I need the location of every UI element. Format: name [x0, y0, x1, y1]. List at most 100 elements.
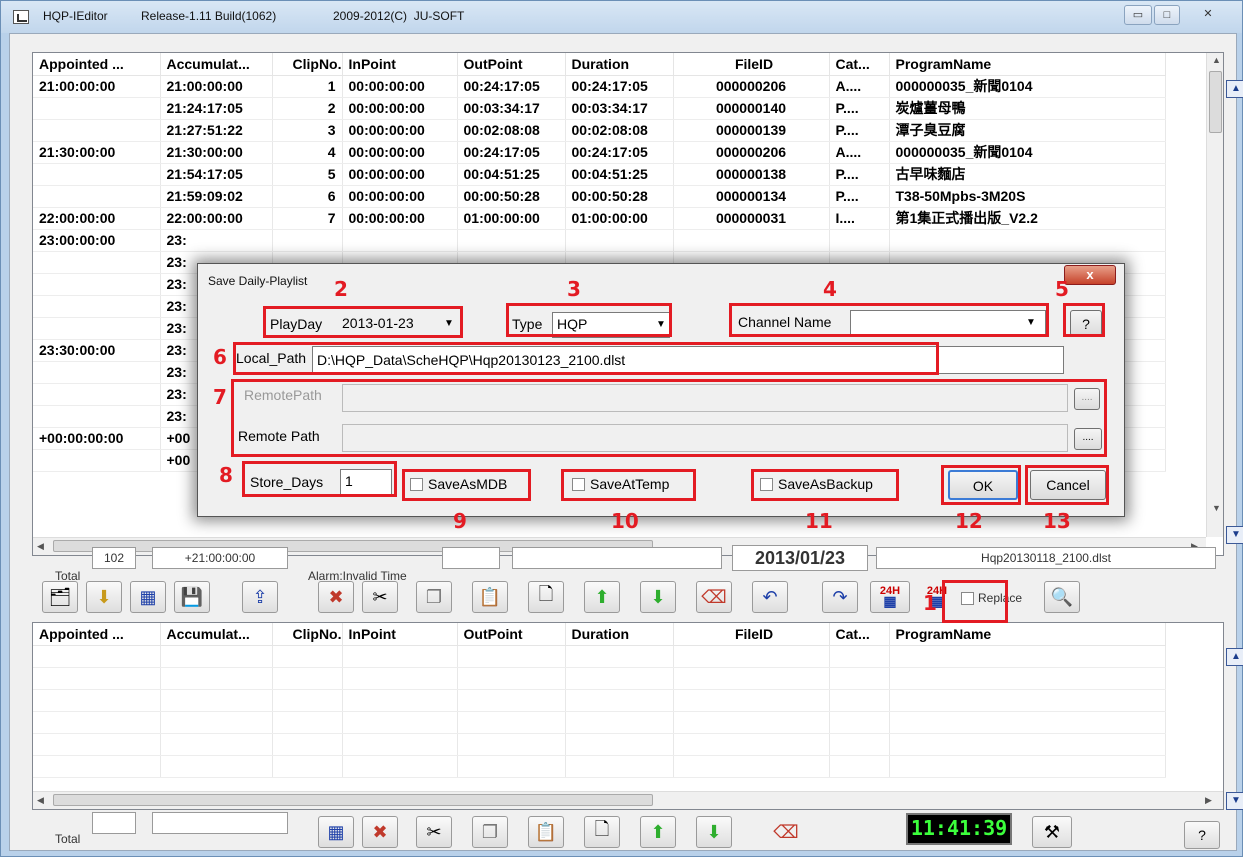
channel-chevron-down-icon[interactable]: ▼ — [1026, 317, 1036, 328]
replace-checkbox[interactable] — [961, 592, 974, 605]
scroll-up-arrow-icon[interactable]: ▲ — [1212, 55, 1221, 65]
open-button[interactable]: 🗂 — [42, 581, 78, 613]
remote-path-field[interactable] — [342, 424, 1068, 452]
move-down-icon: ⬇ — [650, 586, 666, 607]
lower-move-to-bottom-icon[interactable]: ▼ — [1226, 792, 1243, 810]
save-button[interactable]: 💾 — [174, 581, 210, 613]
delete-button[interactable]: ✖ — [318, 581, 354, 613]
column-header[interactable]: Duration — [565, 623, 674, 646]
save-as-mdb-checkbox[interactable] — [410, 478, 423, 491]
import-button[interactable]: ⬇ — [86, 581, 122, 613]
new-button[interactable]: 🗋 — [528, 581, 564, 613]
column-header[interactable]: InPoint — [342, 623, 458, 646]
table-row[interactable] — [33, 667, 1166, 690]
table-row[interactable]: 21:27:51:22 3 00:00:00:00 00:02:08:08 00:02:… — [33, 119, 1166, 142]
playday-chevron-down-icon[interactable]: ▼ — [444, 318, 454, 329]
table-row[interactable] — [33, 755, 1166, 778]
clear-button[interactable]: ⌫ — [696, 581, 732, 613]
remotepath-browse-button[interactable]: .... — [1074, 388, 1100, 410]
help-button[interactable]: ? — [1184, 821, 1220, 849]
column-header[interactable]: ClipNo. — [272, 53, 343, 76]
scroll-left-arrow-icon[interactable]: ◀ — [37, 541, 44, 552]
export-button[interactable]: ⇪ — [242, 581, 278, 613]
tools-button[interactable]: ⚒ — [1032, 816, 1072, 848]
move-to-top-icon[interactable]: ▲ — [1226, 80, 1243, 98]
ok-button[interactable]: OK — [948, 470, 1018, 500]
move-down-button[interactable]: ⬇ — [640, 581, 676, 613]
playday-select[interactable]: 2013-01-23 — [342, 315, 414, 331]
column-header[interactable]: FileID — [673, 623, 830, 646]
table-row[interactable] — [33, 645, 1166, 668]
column-header[interactable]: InPoint — [342, 53, 458, 76]
remote-path-browse-button[interactable]: .... — [1074, 428, 1102, 450]
column-header[interactable]: Appointed ... — [33, 53, 161, 76]
lower-new-button[interactable]: 🗋 — [584, 816, 620, 848]
column-header[interactable]: Accumulat... — [160, 623, 273, 646]
save-24h-button[interactable]: 24H ▦ — [870, 581, 910, 613]
column-header[interactable]: Cat... — [829, 53, 890, 76]
table-cell: A.... — [829, 75, 890, 98]
maximize-button[interactable]: □ — [1154, 5, 1180, 25]
lower-move-to-top-icon[interactable]: ▲ — [1226, 648, 1243, 666]
lower-clear-button[interactable]: ⌫ — [768, 816, 804, 848]
lower-delete-button[interactable]: ✖ — [362, 816, 398, 848]
column-header[interactable]: ProgramName — [889, 623, 1166, 646]
column-header[interactable]: ProgramName — [889, 53, 1166, 76]
lower-horizontal-scrollbar[interactable]: ◀ ▶ — [33, 791, 1223, 809]
type-select[interactable]: HQP — [552, 312, 670, 338]
local-path-field[interactable]: D:\HQP_Data\ScheHQP\Hqp20130123_2100.dls… — [312, 346, 1064, 374]
minimize-button[interactable]: ▭ — [1124, 5, 1152, 25]
column-header[interactable]: Cat... — [829, 623, 890, 646]
paste-button[interactable]: 📋 — [472, 581, 508, 613]
lower-move-up-button[interactable]: ⬆ — [640, 816, 676, 848]
lower-copy-button[interactable]: ❐ — [472, 816, 508, 848]
remotepath-field[interactable] — [342, 384, 1068, 412]
close-window-button[interactable]: ✕ — [1188, 5, 1228, 25]
lower-move-down-button[interactable]: ⬇ — [696, 816, 732, 848]
move-to-bottom-icon[interactable]: ▼ — [1226, 526, 1243, 544]
table-row[interactable]: 21:30:00:00 21:30:00:00 4 00:00:00:00 00:24:… — [33, 141, 1166, 164]
column-header[interactable]: Duration — [565, 53, 674, 76]
dialog-close-button[interactable]: x — [1064, 265, 1116, 285]
table-row[interactable] — [33, 689, 1166, 712]
undo-button[interactable]: ↶ — [752, 581, 788, 613]
lower-scroll-right-arrow-icon[interactable]: ▶ — [1205, 795, 1212, 806]
scroll-down-arrow-icon[interactable]: ▼ — [1212, 503, 1221, 513]
table-row[interactable]: 22:00:00:00 22:00:00:00 7 00:00:00:00 01:00:… — [33, 207, 1166, 230]
lower-paste-button[interactable]: 📋 — [528, 816, 564, 848]
table-row[interactable] — [33, 733, 1166, 756]
lower-hscroll-thumb[interactable] — [53, 794, 653, 806]
table-row[interactable]: 21:00:00:00 21:00:00:00 1 00:00:00:00 00:24:… — [33, 75, 1166, 98]
cut-button[interactable]: ✂ — [362, 581, 398, 613]
lower-cut-button[interactable]: ✂ — [416, 816, 452, 848]
column-header[interactable]: FileID — [673, 53, 830, 76]
list-button[interactable]: ▦ — [130, 581, 166, 613]
column-header[interactable]: OutPoint — [457, 623, 566, 646]
lower-list-button[interactable]: ▦ — [318, 816, 354, 848]
copy-button[interactable]: ❐ — [416, 581, 452, 613]
column-header[interactable]: Appointed ... — [33, 623, 161, 646]
lower-scroll-left-arrow-icon[interactable]: ◀ — [37, 795, 44, 806]
preview-button[interactable]: 🔍 — [1044, 581, 1080, 613]
lower-playlist-grid[interactable]: Appointed ... Accumulat... ClipNo. InPoint O… — [32, 622, 1224, 810]
column-header[interactable]: ClipNo. — [272, 623, 343, 646]
column-header[interactable]: Accumulat... — [160, 53, 273, 76]
table-row[interactable]: 21:59:09:02 6 00:00:00:00 00:00:50:28 00:00:… — [33, 185, 1166, 208]
redo-button[interactable]: ↷ — [822, 581, 858, 613]
table-row[interactable] — [33, 711, 1166, 734]
dialog-help-button[interactable]: ? — [1070, 310, 1102, 336]
upper-vertical-scrollbar[interactable]: ▲ ▼ — [1206, 53, 1223, 537]
move-up-button[interactable]: ⬆ — [584, 581, 620, 613]
table-row[interactable]: 23:00:00:00 23: — [33, 229, 1166, 252]
table-row[interactable]: 21:24:17:05 2 00:00:00:00 00:03:34:17 00:03:… — [33, 97, 1166, 120]
cancel-button[interactable]: Cancel — [1030, 470, 1106, 500]
channel-name-select[interactable] — [850, 310, 1046, 336]
table-row[interactable]: 21:54:17:05 5 00:00:00:00 00:04:51:25 00:04:… — [33, 163, 1166, 186]
annotation-number-2: 2 — [334, 277, 348, 301]
save-as-backup-checkbox[interactable] — [760, 478, 773, 491]
store-days-field[interactable]: 1 — [340, 469, 392, 495]
save-at-temp-checkbox[interactable] — [572, 478, 585, 491]
column-header[interactable]: OutPoint — [457, 53, 566, 76]
type-chevron-down-icon[interactable]: ▼ — [656, 319, 666, 330]
scroll-thumb[interactable] — [1209, 71, 1222, 133]
